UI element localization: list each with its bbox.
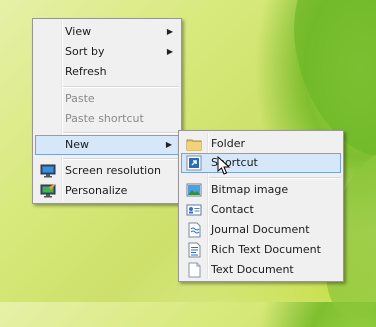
bitmap-icon — [186, 182, 202, 198]
menu-item-label: Folder — [211, 137, 245, 150]
new-submenu: Folder Shortcut Bitmap image Contact Jou… — [178, 130, 344, 282]
menu-item-label: Text Document — [211, 263, 294, 276]
contact-icon — [186, 202, 202, 218]
menu-item-new[interactable]: New ▶ — [35, 135, 179, 155]
menu-item-label: Paste shortcut — [65, 112, 144, 125]
submenu-arrow-icon: ▶ — [166, 47, 173, 56]
menu-item-label: Contact — [211, 203, 254, 216]
personalize-icon — [40, 183, 56, 199]
submenu-item-folder[interactable]: Folder — [181, 134, 341, 154]
submenu-item-bitmap-image[interactable]: Bitmap image — [181, 180, 341, 200]
submenu-item-text-document[interactable]: Text Document — [181, 260, 341, 280]
menu-item-label: Screen resolution — [65, 164, 161, 177]
menu-item-refresh[interactable]: Refresh — [35, 62, 179, 82]
text-document-icon — [186, 262, 202, 278]
menu-item-label: Refresh — [65, 65, 107, 78]
menu-separator — [63, 158, 179, 160]
menu-separator — [209, 177, 341, 179]
menu-item-label: Bitmap image — [211, 183, 289, 196]
menu-separator — [63, 132, 179, 134]
desktop-context-menu: View ▶ Sort by ▶ Refresh Paste Paste sho… — [32, 18, 182, 204]
mouse-cursor-icon — [217, 155, 231, 176]
monitor-icon — [40, 163, 56, 179]
menu-item-label: View — [65, 25, 92, 38]
folder-icon — [186, 136, 202, 152]
menu-item-label: Rich Text Document — [211, 243, 321, 256]
menu-item-label: Personalize — [65, 184, 128, 197]
menu-item-paste: Paste — [35, 89, 179, 109]
menu-item-label: Sort by — [65, 45, 105, 58]
submenu-item-contact[interactable]: Contact — [181, 200, 341, 220]
submenu-arrow-icon: ▶ — [165, 140, 172, 149]
menu-item-label: Paste — [65, 92, 95, 105]
menu-item-paste-shortcut: Paste shortcut — [35, 109, 179, 129]
menu-separator — [63, 86, 179, 88]
menu-item-personalize[interactable]: Personalize — [35, 181, 179, 201]
menu-item-view[interactable]: View ▶ — [35, 22, 179, 42]
shortcut-icon — [186, 155, 202, 171]
submenu-item-rich-text-document[interactable]: Rich Text Document — [181, 240, 341, 260]
rich-text-icon — [186, 242, 202, 258]
menu-item-label: Journal Document — [211, 223, 310, 236]
submenu-item-shortcut[interactable]: Shortcut — [181, 153, 341, 173]
submenu-arrow-icon: ▶ — [166, 27, 173, 36]
menu-item-label: New — [65, 138, 89, 151]
submenu-item-journal-document[interactable]: Journal Document — [181, 220, 341, 240]
menu-item-screen-resolution[interactable]: Screen resolution — [35, 161, 179, 181]
menu-item-sort-by[interactable]: Sort by ▶ — [35, 42, 179, 62]
journal-icon — [186, 222, 202, 238]
